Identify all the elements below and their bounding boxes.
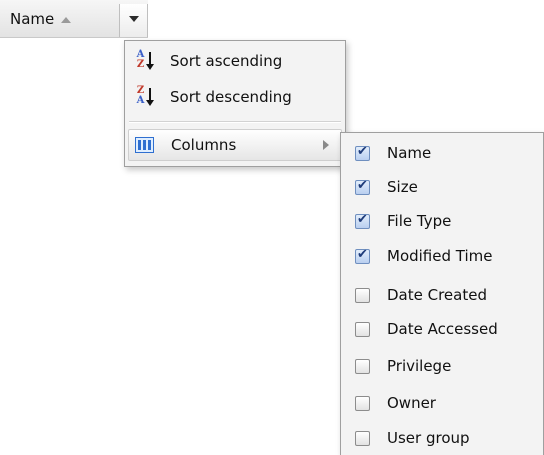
chevron-down-icon bbox=[129, 16, 139, 22]
column-header-label: Name bbox=[10, 10, 55, 28]
menu-separator bbox=[129, 121, 341, 123]
column-toggle-label: Owner bbox=[387, 394, 436, 412]
menu-item-columns[interactable]: Columns bbox=[128, 129, 342, 161]
sort-letter-bottom: A bbox=[136, 95, 145, 106]
sort-letter-bottom: Z bbox=[136, 59, 145, 70]
columns-icon bbox=[135, 137, 154, 153]
checkbox[interactable] bbox=[355, 322, 370, 337]
checkbox[interactable] bbox=[355, 359, 370, 374]
column-toggle-label: Modified Time bbox=[387, 247, 493, 265]
column-header-name[interactable]: Name bbox=[0, 0, 148, 38]
column-menu-trigger-button[interactable] bbox=[119, 4, 148, 37]
column-toggle-label: User group bbox=[387, 429, 470, 447]
column-header-title: Name bbox=[10, 8, 72, 30]
column-toggle-item[interactable]: User group bbox=[341, 421, 543, 455]
checkbox[interactable] bbox=[355, 431, 370, 446]
check-icon: ✔ bbox=[357, 212, 368, 227]
checkbox[interactable]: ✔ bbox=[355, 178, 370, 195]
chevron-right-icon bbox=[323, 140, 329, 150]
column-toggle-label: Date Accessed bbox=[387, 320, 498, 338]
columns-submenu: ✔ Name ✔ Size ✔ File Type ✔ Modified Tim… bbox=[340, 132, 544, 455]
check-icon: ✔ bbox=[357, 247, 368, 262]
column-toggle-item[interactable]: ✔ Modified Time bbox=[341, 239, 543, 274]
sort-ascending-icon: AZ bbox=[134, 50, 158, 72]
column-toggle-label: Size bbox=[387, 178, 418, 196]
column-toggle-label: File Type bbox=[387, 212, 452, 230]
grid-header-menu-stage: Name AZ Sort ascending ZA Sort descendin… bbox=[0, 0, 544, 455]
checkbox[interactable]: ✔ bbox=[355, 247, 370, 264]
check-icon: ✔ bbox=[357, 144, 368, 159]
column-toggle-item[interactable]: ✔ Name bbox=[341, 136, 543, 171]
menu-item-sort-ascending[interactable]: AZ Sort ascending bbox=[125, 44, 345, 78]
checkbox[interactable]: ✔ bbox=[355, 212, 370, 229]
sort-ascending-indicator-icon bbox=[61, 16, 72, 23]
checkbox[interactable]: ✔ bbox=[355, 144, 370, 161]
column-menu: AZ Sort ascending ZA Sort descending Col… bbox=[124, 40, 346, 167]
column-toggle-item[interactable]: Date Created bbox=[341, 278, 543, 313]
column-toggle-item[interactable]: Privilege bbox=[341, 349, 543, 384]
menu-item-label: Sort ascending bbox=[170, 52, 283, 70]
menu-item-label: Sort descending bbox=[170, 88, 292, 106]
column-toggle-item[interactable]: Date Accessed bbox=[341, 312, 543, 347]
menu-item-sort-descending[interactable]: ZA Sort descending bbox=[125, 80, 345, 114]
column-toggle-label: Privilege bbox=[387, 357, 452, 375]
column-toggle-label: Date Created bbox=[387, 286, 487, 304]
menu-item-label: Columns bbox=[171, 136, 237, 154]
column-toggle-item[interactable]: ✔ Size bbox=[341, 170, 543, 205]
sort-descending-icon: ZA bbox=[134, 86, 158, 108]
check-icon: ✔ bbox=[357, 178, 368, 193]
checkbox[interactable] bbox=[355, 288, 370, 303]
column-toggle-item[interactable]: ✔ File Type bbox=[341, 204, 543, 239]
column-toggle-label: Name bbox=[387, 144, 432, 162]
column-toggle-item[interactable]: Owner bbox=[341, 386, 543, 421]
checkbox[interactable] bbox=[355, 396, 370, 411]
